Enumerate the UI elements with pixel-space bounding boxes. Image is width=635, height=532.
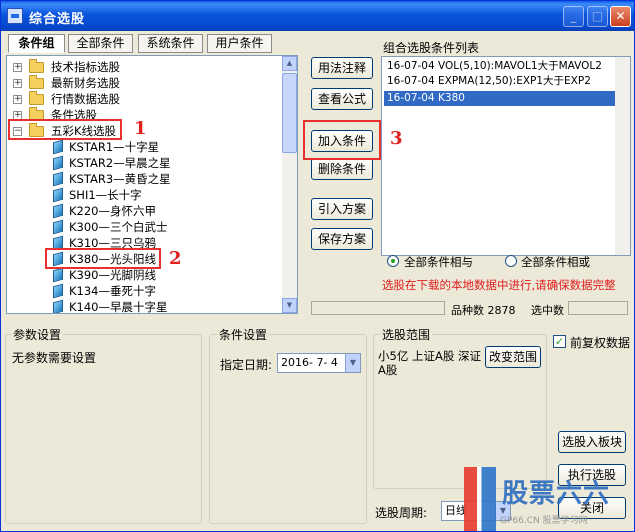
tab-condition-group[interactable]: 条件组 <box>8 34 65 53</box>
tab-user-conditions[interactable]: 用户条件 <box>207 34 272 53</box>
condition-tree[interactable]: + 技术指标选股 + 最新财务选股 + 行情数据选股 + 条件选股 − 五彩K线… <box>6 55 298 314</box>
selected-count-label: 选中数 <box>531 304 564 317</box>
minimize-button[interactable]: _ <box>563 6 584 27</box>
watermark-url: GP66.CN 股票学习网 <box>500 516 588 526</box>
or-label: 全部条件相或 <box>521 255 590 269</box>
tree-folder-label: 技术指标选股 <box>51 60 120 74</box>
param-text: 无参数需要设置 <box>12 351 97 365</box>
tab-all-conditions[interactable]: 全部条件 <box>68 34 133 53</box>
maximize-button[interactable]: □ <box>587 6 608 27</box>
annotation-number-2: 2 <box>169 248 182 269</box>
tree-leaf-label: K220—身怀六甲 <box>69 204 156 218</box>
highlight-box-2 <box>45 248 161 269</box>
main-window: 综合选股 _ □ ✕ 条件组 全部条件 系统条件 用户条件 + 技术指标选股 +… <box>0 0 635 532</box>
scroll-down-icon[interactable]: ▼ <box>282 298 297 313</box>
conditions-list-title: 组合选股条件列表 <box>383 41 480 55</box>
tree-leaf-label: K390—光脚阴线 <box>69 268 156 282</box>
formula-icon <box>53 139 63 155</box>
scroll-thumb[interactable] <box>282 73 297 153</box>
save-plan-button[interactable]: 保存方案 <box>311 228 373 250</box>
tree-leaf-label: KSTAR2—早晨之星 <box>69 156 171 170</box>
count-label-text: 品种数 <box>451 304 484 317</box>
dropdown-arrow-icon[interactable]: ▼ <box>345 354 360 372</box>
delete-condition-button[interactable]: 删除条件 <box>311 158 373 180</box>
restore-data-checkbox[interactable]: ✓ <box>553 335 566 348</box>
tree-folder-label: 行情数据选股 <box>51 92 120 106</box>
count-value: 2878 <box>487 304 516 317</box>
annotation-number-3: 3 <box>390 128 403 149</box>
formula-icon <box>53 283 63 299</box>
tree-scrollbar[interactable]: ▲ ▼ <box>282 56 297 313</box>
conditions-list-scrollbar[interactable] <box>615 57 630 255</box>
cond-settings-title: 条件设置 <box>217 326 270 343</box>
tree-leaf-label: KSTAR3—黄昏之星 <box>69 172 171 186</box>
highlight-box-1 <box>8 119 122 140</box>
selected-count-value <box>568 301 628 315</box>
condition-item-selected[interactable]: 16-07-04 K380 <box>384 91 628 106</box>
and-radio[interactable] <box>387 255 399 267</box>
tree-folder-label: 最新财务选股 <box>51 76 120 90</box>
formula-icon <box>53 219 63 235</box>
conditions-list[interactable]: 16-07-04 VOL(5,10):MAVOL1大于MAVOL2 16-07-… <box>381 56 631 256</box>
window-title: 综合选股 <box>29 12 86 27</box>
tree-leaf-label: SHI1—长十字 <box>69 188 142 202</box>
range-group-title: 选股范围 <box>380 326 433 343</box>
progress-bar <box>311 301 445 315</box>
expand-icon[interactable]: + <box>13 79 22 88</box>
import-plan-button[interactable]: 引入方案 <box>311 198 373 220</box>
expand-icon[interactable]: + <box>13 95 22 104</box>
annotation-number-1: 1 <box>134 118 147 139</box>
formula-icon <box>53 171 63 187</box>
or-radio[interactable] <box>505 255 517 267</box>
tree-leaf-label: K140—早晨十字星 <box>69 300 168 314</box>
watermark: 股票六六 GP66.CN 股票学习网 <box>464 467 634 531</box>
watermark-brand: 股票六六 <box>502 479 611 509</box>
expand-icon[interactable]: + <box>13 63 22 72</box>
condition-item[interactable]: 16-07-04 VOL(5,10):MAVOL1大于MAVOL2 <box>384 59 628 74</box>
add-to-block-button[interactable]: 选股入板块 <box>558 431 626 453</box>
view-formula-button[interactable]: 查看公式 <box>311 88 373 110</box>
formula-icon <box>53 299 63 313</box>
folder-icon <box>29 59 44 73</box>
period-label: 选股周期: <box>375 506 428 520</box>
warning-text: 选股在下载的本地数据中进行,请确保数据完整 <box>382 278 616 292</box>
formula-icon <box>53 203 63 219</box>
tree-leaf-label: K300—三个白武士 <box>69 220 168 234</box>
change-range-button[interactable]: 改变范围 <box>485 346 541 368</box>
scroll-up-icon[interactable]: ▲ <box>282 56 297 71</box>
usage-button[interactable]: 用法注释 <box>311 57 373 79</box>
folder-icon <box>29 75 44 89</box>
tree-leaf-label: KSTAR1—十字星 <box>69 140 160 154</box>
title-bar[interactable]: 综合选股 _ □ ✕ <box>1 1 634 31</box>
range-text: 小5亿 上证A股 深证A股 <box>378 349 481 377</box>
date-picker[interactable]: 2016- 7- 4 ▼ <box>277 353 361 373</box>
watermark-logo-icon <box>464 467 496 531</box>
and-label: 全部条件相与 <box>404 255 473 269</box>
count-label: 品种数 2878 <box>451 302 516 318</box>
date-label: 指定日期: <box>220 358 273 372</box>
tree-leaf-label: K134—垂死十字 <box>69 284 156 298</box>
date-value: 2016- 7- 4 <box>281 356 338 369</box>
tab-system-conditions[interactable]: 系统条件 <box>138 34 203 53</box>
close-window-button[interactable]: ✕ <box>610 6 631 27</box>
highlight-box-3 <box>303 120 381 160</box>
formula-icon <box>53 267 63 283</box>
app-icon <box>7 8 23 24</box>
restore-data-label: 前复权数据 <box>570 336 631 350</box>
param-group-title: 参数设置 <box>11 326 64 343</box>
formula-icon <box>53 155 63 171</box>
condition-item[interactable]: 16-07-04 EXPMA(12,50):EXP1大于EXP2 <box>384 74 628 89</box>
folder-icon <box>29 91 44 105</box>
formula-icon <box>53 187 63 203</box>
